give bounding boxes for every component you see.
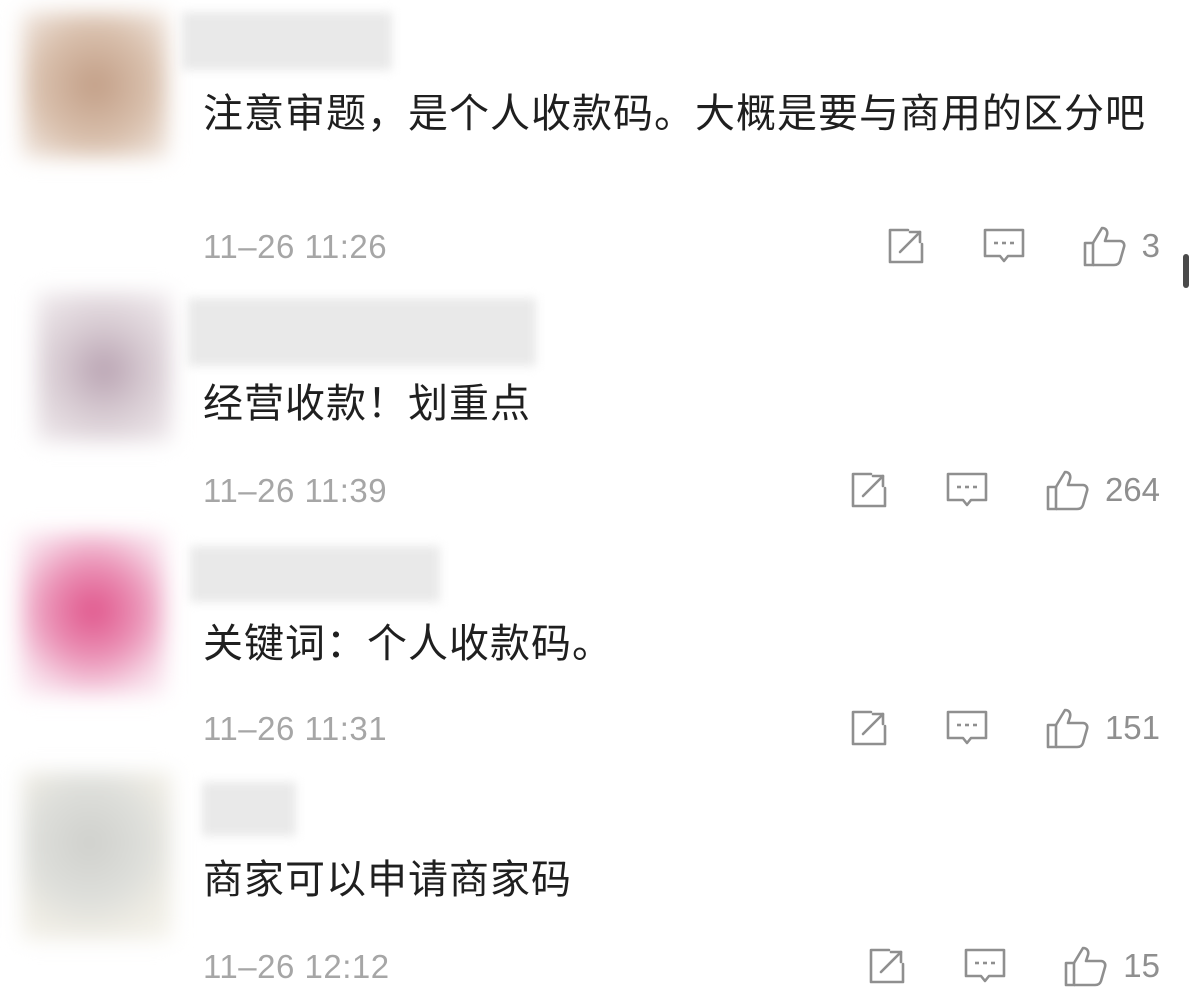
comment-timestamp: 11–26 11:39 xyxy=(203,472,388,509)
like-count: 264 xyxy=(1104,471,1160,508)
like-count: 151 xyxy=(1104,709,1160,746)
comment-meta: 11–26 11:39 264 xyxy=(203,468,1160,512)
thumbs-up-icon[interactable] xyxy=(1082,225,1128,267)
comment-icon[interactable] xyxy=(945,708,989,748)
comment-actions: 151 xyxy=(849,706,1160,750)
share-icon[interactable] xyxy=(849,708,889,748)
comment-timestamp: 11–26 11:26 xyxy=(203,228,388,265)
comment-text: 关键词：个人收款码。 xyxy=(203,621,613,667)
thumbs-up-icon[interactable] xyxy=(1045,707,1091,749)
avatar[interactable] xyxy=(22,772,172,940)
comment-meta: 11–26 12:12 15 xyxy=(203,944,1160,988)
share-icon[interactable] xyxy=(886,226,926,266)
comment-timestamp: 11–26 11:31 xyxy=(203,710,388,747)
like-count: 15 xyxy=(1123,947,1160,984)
comment-text: 经营收款！划重点 xyxy=(203,381,531,427)
avatar[interactable] xyxy=(20,532,166,696)
comment-icon[interactable] xyxy=(945,470,989,510)
comment-text: 注意审题，是个人收款码。大概是要与商用的区分吧 xyxy=(203,91,1146,137)
comment-timestamp: 11–26 12:12 xyxy=(203,948,390,985)
comment-text: 商家可以申请商家码 xyxy=(203,857,572,903)
comment-actions: 3 xyxy=(886,224,1160,268)
username-redacted[interactable] xyxy=(188,298,536,366)
thumbs-up-icon[interactable] xyxy=(1063,945,1109,987)
comment-icon[interactable] xyxy=(963,946,1007,986)
share-icon[interactable] xyxy=(849,470,889,510)
comment-icon[interactable] xyxy=(982,226,1026,266)
like-count: 3 xyxy=(1141,227,1160,264)
comment-meta: 11–26 11:31 151 xyxy=(203,706,1160,750)
comment-actions: 15 xyxy=(867,944,1160,988)
username-redacted[interactable] xyxy=(190,546,440,602)
comment-meta: 11–26 11:26 3 xyxy=(203,224,1160,268)
avatar[interactable] xyxy=(22,12,168,158)
scrollbar[interactable] xyxy=(1183,254,1189,288)
thumbs-up-icon[interactable] xyxy=(1045,469,1091,511)
username-redacted[interactable] xyxy=(182,12,392,70)
username-redacted[interactable] xyxy=(202,782,296,836)
comment-actions: 264 xyxy=(849,468,1160,512)
avatar[interactable] xyxy=(36,292,172,442)
share-icon[interactable] xyxy=(867,946,907,986)
